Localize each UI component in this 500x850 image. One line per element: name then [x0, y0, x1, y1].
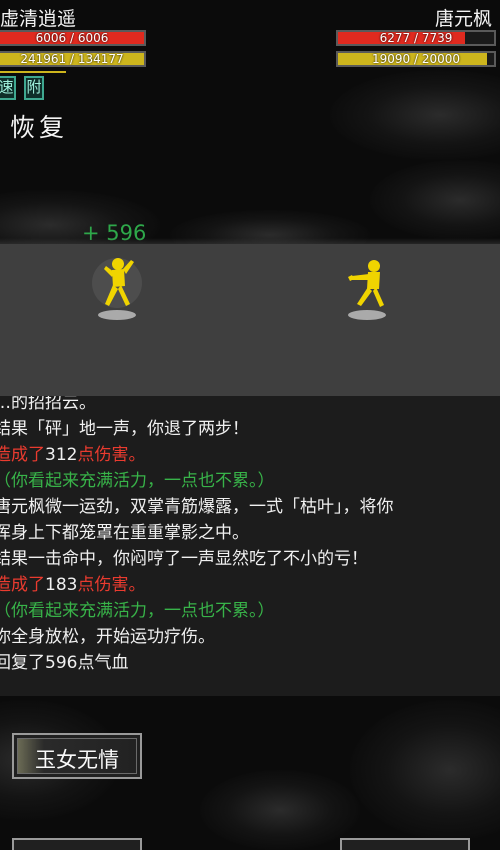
log-text: …的招招云。: [0, 396, 96, 413]
log-line: 浑身上下都笼罩在重重掌影之中。: [0, 518, 249, 543]
log-text: 312: [45, 445, 78, 465]
log-text: 造成了: [0, 575, 45, 595]
enemy-fighter[interactable]: [346, 256, 392, 322]
player-hp-text: 6006 / 6006: [35, 31, 109, 45]
bottom-left-button[interactable]: [12, 838, 142, 850]
skill-button[interactable]: 玉女无情: [12, 733, 142, 779]
enemy-figure-icon: [348, 260, 384, 307]
log-text: 浑身上下都笼罩在重重掌影之中。: [0, 523, 249, 543]
log-line: 回复了596点气血: [0, 648, 128, 673]
player-fighter[interactable]: [92, 252, 142, 320]
enemy-mp-text: 19090 / 20000: [371, 52, 461, 66]
enemy-shadow: [348, 310, 386, 320]
log-text: （你看起来充满活力，一点也不累。）: [0, 601, 275, 621]
log-text: 唐元枫微一运劲，双掌青筋爆露，一式「枯叶」，将你: [0, 497, 394, 517]
log-text: 结果一击命中，你闷哼了一声显然吃了不小的亏！: [0, 549, 368, 569]
log-line: 结果「砰」地一声，你退了两步！: [0, 414, 249, 439]
log-line: （你看起来充满活力，一点也不累。）: [0, 596, 275, 621]
log-text: 回复了596点气血: [0, 653, 129, 673]
player-figure-icon: [104, 258, 134, 306]
battle-arena: [0, 244, 500, 396]
player-mp-text: 241961 / 134177: [20, 52, 124, 66]
log-line: 你全身放松，开始运功疗伤。: [0, 622, 215, 647]
player-exp-line: [0, 71, 66, 73]
log-text: 点伤害。: [77, 575, 146, 595]
speed-buff-badge[interactable]: 速: [0, 76, 16, 100]
log-line: …的招招云。: [0, 396, 96, 413]
enemy-hp-text: 6277 / 7739: [379, 31, 453, 45]
log-text: 造成了: [0, 445, 45, 465]
log-line: 结果一击命中，你闷哼了一声显然吃了不小的亏！: [0, 544, 368, 569]
log-line: 造成了312点伤害。: [0, 440, 145, 465]
log-text: 183: [45, 575, 78, 595]
player-mp-bar: 241961 / 134177: [0, 51, 146, 67]
player-shadow: [98, 310, 136, 320]
log-line: 唐元枫微一运劲，双掌青筋爆露，一式「枯叶」，将你: [0, 492, 394, 517]
status-title: 恢复: [10, 113, 69, 142]
enemy-name: 唐元枫: [434, 8, 492, 30]
log-text: 点伤害。: [77, 445, 146, 465]
skill-button-label: 玉女无情: [35, 748, 119, 772]
player-hp-bar: 6006 / 6006: [0, 30, 146, 46]
attach-buff-badge[interactable]: 附: [24, 76, 44, 100]
enemy-hp-bar: 6277 / 7739: [336, 30, 496, 46]
log-text: （你看起来充满活力，一点也不累。）: [0, 471, 275, 491]
enemy-mp-bar: 19090 / 20000: [336, 51, 496, 67]
player-name: 虚清逍遥: [0, 8, 77, 30]
log-text: 结果「砰」地一声，你退了两步！: [0, 419, 249, 439]
log-line: 造成了183点伤害。: [0, 570, 145, 595]
log-line: （你看起来充满活力，一点也不累。）: [0, 466, 275, 491]
bottom-right-button[interactable]: [340, 838, 470, 850]
combat-log[interactable]: …的招招云。 结果「砰」地一声，你退了两步！ 造成了312点伤害。 （你看起来充满活力…: [0, 396, 500, 696]
log-text: 你全身放松，开始运功疗伤。: [0, 627, 215, 647]
